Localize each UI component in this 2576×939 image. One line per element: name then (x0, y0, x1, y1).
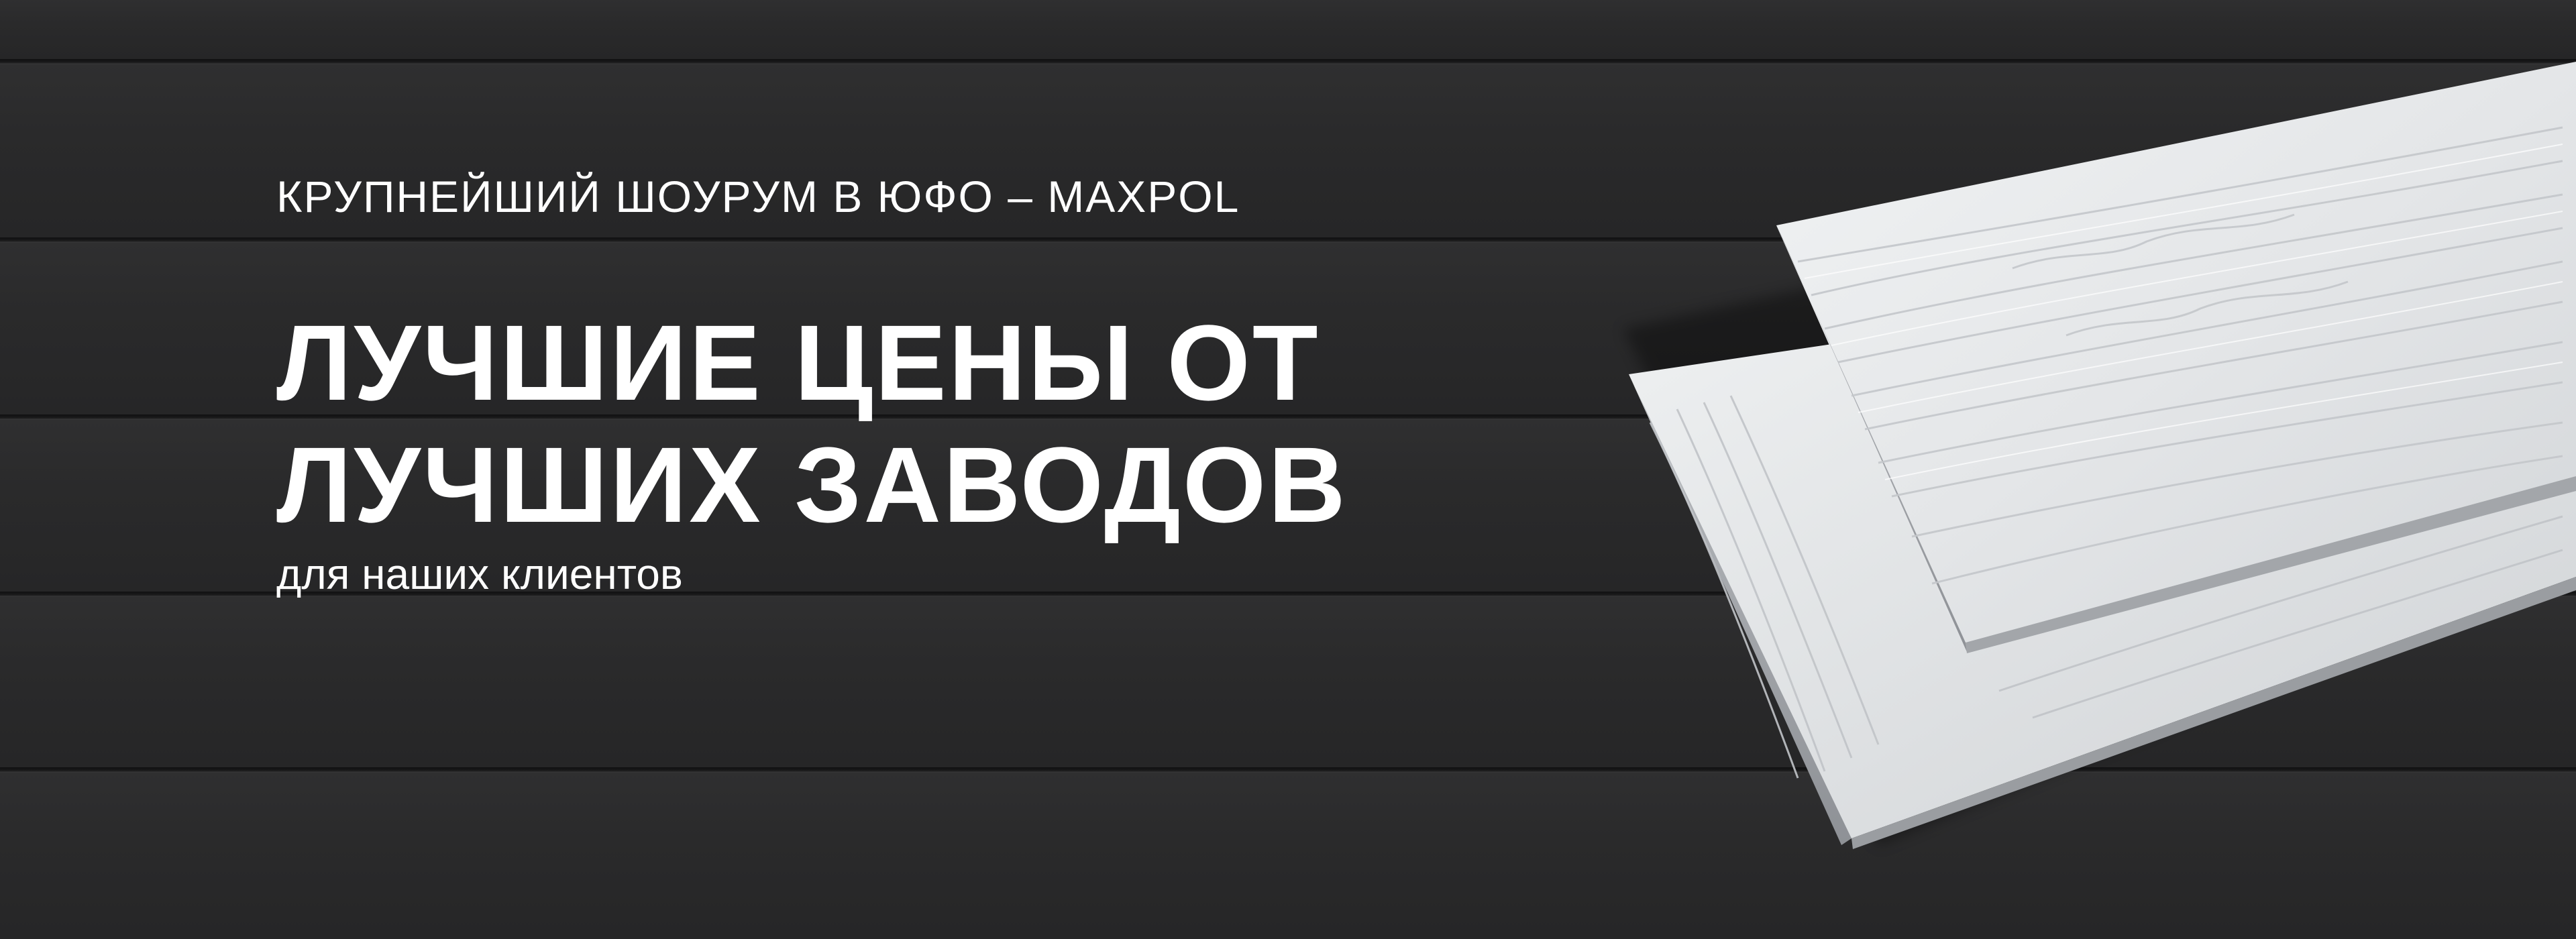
headline-line: ЛУЧШИХ ЗАВОДОВ (276, 425, 1348, 545)
banner-subline: для наших клиентов (276, 550, 683, 598)
banner-headline: ЛУЧШИЕ ЦЕНЫ ОТ ЛУЧШИХ ЗАВОДОВ (276, 302, 1417, 546)
promo-banner: КРУПНЕЙШИЙ ШОУРУМ В ЮФО – MAXPOL ЛУЧШИЕ … (0, 0, 2576, 939)
showroom-tagline: КРУПНЕЙШИЙ ШОУРУМ В ЮФО – MAXPOL (276, 172, 1240, 221)
banner-text: КРУПНЕЙШИЙ ШОУРУМ В ЮФО – MAXPOL ЛУЧШИЕ … (276, 174, 1417, 596)
siding-boards-image (1623, 62, 2576, 849)
headline-line: ЛУЧШИЕ ЦЕНЫ ОТ (276, 302, 1320, 423)
